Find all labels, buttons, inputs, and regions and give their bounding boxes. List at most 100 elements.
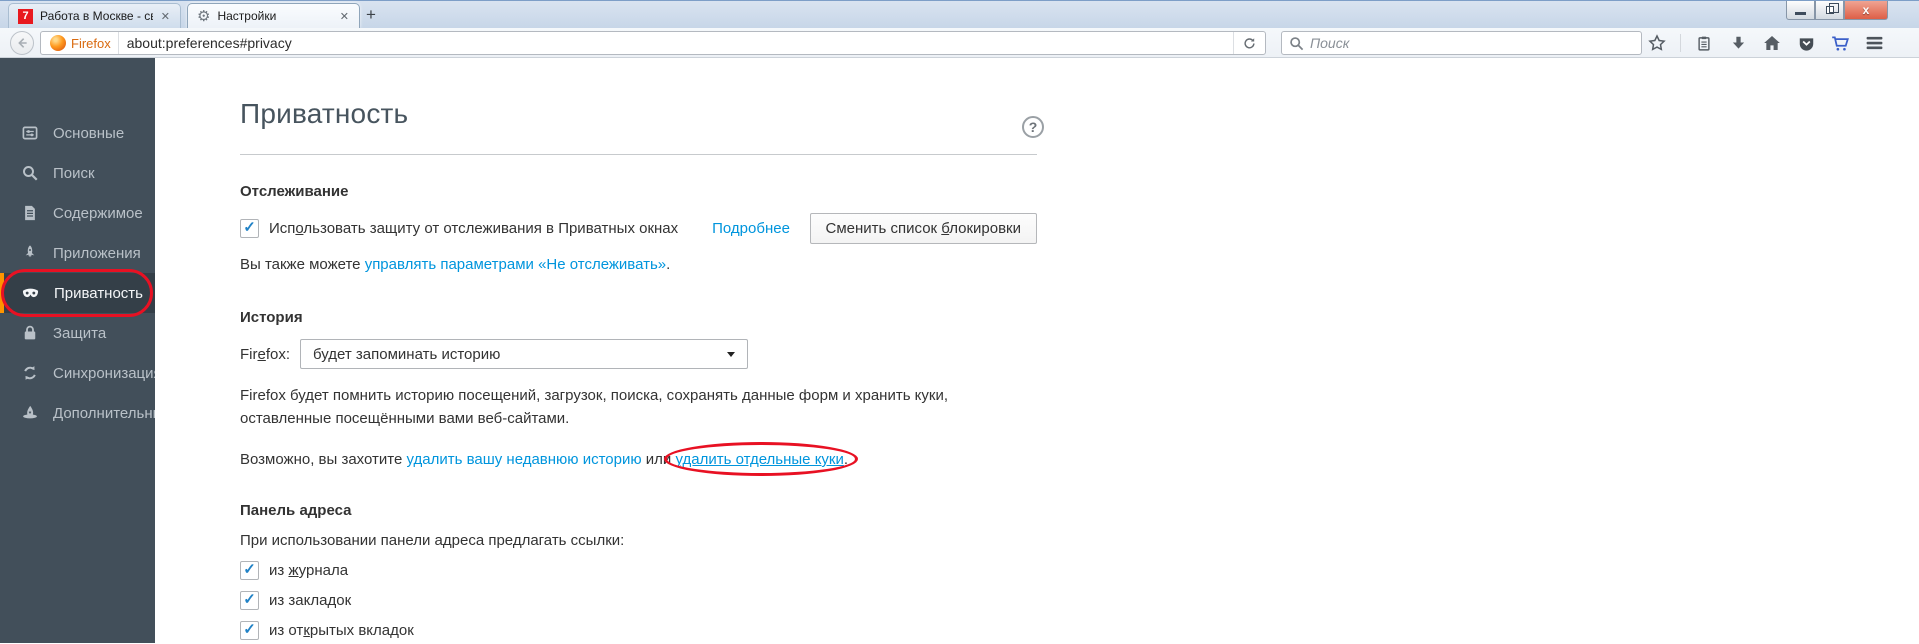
change-blocklist-button[interactable]: Сменить список блокировки — [809, 213, 1037, 244]
sidebar-item-search[interactable]: Поиск — [0, 153, 155, 193]
control-panel-icon — [22, 126, 38, 140]
suggest-open-tabs-checkbox[interactable]: ✓ — [240, 620, 259, 640]
nav-toolbar: Firefox about:preferences#privacy — [0, 28, 1919, 58]
tab-title: Работа в Москве - свежие... — [40, 9, 153, 23]
sidebar-item-security[interactable]: Защита — [0, 313, 155, 353]
lock-icon — [24, 325, 36, 340]
clear-recent-history-link[interactable]: удалить вашу недавнюю историю — [406, 451, 641, 468]
sidebar-item-label: Содержимое — [53, 204, 143, 222]
separator — [1680, 34, 1681, 52]
url-bar[interactable]: Firefox about:preferences#privacy — [40, 31, 1266, 55]
sidebar-item-label: Дополнительные — [53, 404, 172, 422]
document-icon — [25, 205, 35, 221]
checkmark-icon: ✓ — [243, 219, 256, 236]
cart-extension-button[interactable] — [1829, 32, 1851, 54]
rocket-icon — [25, 245, 35, 258]
history-description-line2: оставленные посещёнными вами веб-сайтами… — [240, 410, 570, 427]
gear-icon: ⚙ — [197, 6, 211, 25]
sync-icon — [24, 366, 36, 380]
remove-individual-cookies-link[interactable]: удалить отдельные куки — [664, 442, 858, 476]
back-button[interactable] — [10, 31, 34, 55]
mask-icon — [22, 288, 39, 297]
pocket-icon — [1799, 37, 1813, 51]
toolbar-buttons — [1646, 28, 1885, 58]
divider — [240, 154, 1037, 155]
sidebar-item-label: Поиск — [53, 164, 95, 182]
sidebar-item-sync[interactable]: Синхронизация — [0, 353, 162, 393]
site-identity[interactable]: Firefox — [47, 32, 119, 54]
main-content: ? Приватность Отслеживание ✓ Использоват… — [155, 58, 1919, 643]
suggest-bookmarks-checkbox[interactable]: ✓ — [240, 590, 259, 610]
minimize-button[interactable] — [1786, 1, 1815, 20]
suggest-history-label: из журнала — [269, 561, 349, 579]
search-icon — [1290, 36, 1304, 50]
pocket-button[interactable] — [1795, 32, 1817, 54]
reload-icon — [1244, 37, 1255, 48]
restore-button[interactable] — [1815, 1, 1844, 20]
identity-label: Firefox — [71, 35, 111, 51]
checkmark-icon: ✓ — [243, 620, 256, 638]
chevron-down-icon — [727, 351, 736, 357]
tab-favicon: 7 — [18, 8, 33, 24]
sidebar-item-label: Основные — [53, 124, 125, 142]
wizard-hat-icon — [23, 405, 37, 419]
do-not-track-line: Вы также можете управлять параметрами «Н… — [240, 256, 671, 273]
checkmark-icon: ✓ — [243, 560, 256, 578]
address-bar-description: При использовании панели адреса предлага… — [240, 532, 625, 549]
sidebar-item-content[interactable]: Содержимое — [0, 193, 155, 233]
back-arrow-icon — [18, 38, 27, 48]
tab-close-icon[interactable]: ✕ — [339, 10, 350, 23]
manage-dnt-link[interactable]: управлять параметрами «Не отслеживать» — [365, 256, 666, 273]
minimize-icon — [1795, 12, 1806, 15]
new-tab-button[interactable]: + — [360, 5, 386, 27]
restore-icon — [1825, 3, 1839, 14]
sidebar-item-label: Защита — [53, 324, 107, 342]
section-heading-address-bar: Панель адреса — [240, 502, 352, 519]
firefox-will-label: Firefox: — [240, 345, 291, 363]
menu-button[interactable] — [1863, 32, 1885, 54]
sidebar-item-label: Приложения — [53, 244, 141, 262]
tracking-protection-label: Использовать защиту от отслеживания в Пр… — [269, 220, 679, 237]
history-mode-select[interactable]: будет запоминать историю — [300, 339, 749, 369]
learn-more-link[interactable]: Подробнее — [712, 220, 790, 237]
clipboard-icon — [1698, 36, 1710, 51]
tab-close-icon[interactable]: ✕ — [160, 10, 171, 23]
shopping-cart-icon — [1831, 36, 1849, 50]
titlebar: 7 Работа в Москве - свежие... ✕ ⚙ Настро… — [0, 0, 1919, 28]
history-mode-value: будет запоминать историю — [313, 345, 501, 363]
sidebar-item-privacy[interactable]: Приватность — [0, 269, 155, 317]
tab-rabota[interactable]: 7 Работа в Москве - свежие... ✕ — [8, 3, 181, 28]
tracking-protection-checkbox[interactable]: ✓ — [240, 219, 259, 238]
star-icon — [1648, 34, 1666, 51]
bookmark-star-button[interactable] — [1646, 32, 1668, 54]
search-bar[interactable] — [1281, 31, 1642, 55]
search-icon — [23, 166, 38, 181]
window-controls: x — [1786, 1, 1888, 20]
suggest-history-checkbox[interactable]: ✓ — [240, 560, 259, 580]
question-mark-icon: ? — [1028, 119, 1038, 135]
home-button[interactable] — [1761, 32, 1783, 54]
hamburger-icon — [1866, 36, 1882, 50]
close-button[interactable]: x — [1844, 1, 1888, 20]
reload-button[interactable] — [1233, 32, 1259, 54]
preferences-page: Основные Поиск Содержимое Приложения При… — [0, 58, 1919, 643]
help-button[interactable]: ? — [1022, 116, 1044, 138]
page-title: Приватность — [240, 98, 409, 129]
sidebar-item-label: Приватность — [54, 284, 143, 302]
sidebar-item-applications[interactable]: Приложения — [0, 233, 155, 273]
clear-history-line: Возможно, вы захотите удалить вашу недав… — [240, 442, 1037, 476]
url-text[interactable]: about:preferences#privacy — [119, 35, 1233, 51]
bookmarks-menu-button[interactable] — [1693, 32, 1715, 54]
firefox-icon — [50, 35, 66, 51]
sidebar-item-advanced[interactable]: Дополнительные — [0, 393, 172, 433]
section-heading-history: История — [240, 309, 303, 326]
downloads-button[interactable] — [1727, 32, 1749, 54]
search-input[interactable] — [1310, 35, 1634, 51]
download-arrow-icon — [1732, 36, 1744, 49]
home-icon — [1764, 36, 1780, 50]
sidebar-item-general[interactable]: Основные — [0, 113, 155, 153]
checkmark-icon: ✓ — [243, 590, 256, 608]
tab-settings[interactable]: ⚙ Настройки ✕ — [187, 3, 360, 28]
history-description-line1: Firefox будет помнить историю посещений,… — [240, 387, 949, 404]
tab-strip: 7 Работа в Москве - свежие... ✕ ⚙ Настро… — [8, 3, 386, 28]
